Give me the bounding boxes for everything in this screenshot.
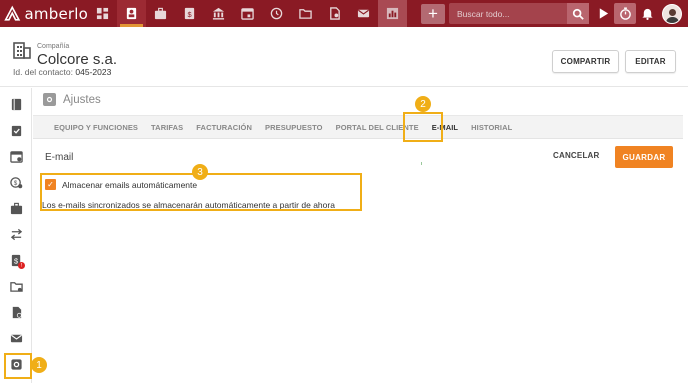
briefcase-icon (10, 202, 22, 214)
checklist-icon (11, 125, 21, 136)
section-title: E-mail (45, 152, 74, 163)
share-button[interactable]: COMPARTIR (552, 50, 619, 73)
sidebar-item-matters[interactable] (0, 197, 32, 219)
calendar-icon[interactable] (233, 0, 262, 27)
tab-presupuesto[interactable]: PRESUPUESTO (265, 115, 323, 139)
book-icon (11, 98, 21, 110)
contacts-icon[interactable] (117, 0, 146, 27)
amberlo-logo-icon (4, 5, 21, 21)
folder-icon (9, 281, 23, 292)
sidebar-item-invoices[interactable]: $! (0, 249, 32, 271)
contact-name: Colcore s.a. (37, 51, 118, 68)
add-new-button[interactable]: + (421, 3, 445, 24)
tab-historial[interactable]: HISTORIAL (471, 115, 512, 139)
top-right-actions (592, 0, 688, 27)
folder-icon[interactable] (291, 0, 320, 27)
contact-id-value: 045-2023 (75, 67, 112, 77)
callout-box-settings (4, 353, 32, 379)
contact-sidebar: $ $! (0, 88, 32, 383)
top-navigation-bar: amberlo $ + Buscar todo... (0, 0, 688, 27)
sidebar-item-calendar[interactable] (0, 145, 32, 167)
mail-icon (10, 334, 22, 342)
callout-number-2: 2 (415, 96, 431, 112)
reports-icon[interactable] (378, 0, 407, 27)
building-icon (13, 42, 31, 59)
money-time-icon: $ (9, 176, 22, 188)
tab-facturacion[interactable]: FACTURACIÓN (196, 115, 252, 139)
callout-number-1: 1 (31, 357, 47, 373)
panel-header: Ajustes (43, 93, 101, 106)
svg-text:$: $ (187, 10, 191, 19)
mail-icon[interactable] (349, 0, 378, 27)
swap-arrows-icon (10, 228, 22, 240)
tab-tarifas[interactable]: TARIFAS (151, 115, 183, 139)
gear-icon (43, 93, 56, 106)
callout-box-email-tab (403, 112, 443, 142)
document-icon[interactable] (320, 0, 349, 27)
callout-number-3: 3 (192, 164, 208, 180)
status-tick (421, 162, 422, 165)
edit-button[interactable]: EDITAR (625, 50, 676, 73)
contact-id: Id. del contacto: 045-2023 (13, 67, 111, 77)
save-button[interactable]: GUARDAR (615, 146, 673, 168)
contact-type-label: Compañía (37, 43, 70, 50)
svg-text:$: $ (13, 256, 17, 265)
cancel-button[interactable]: CANCELAR (553, 151, 600, 160)
sidebar-item-documents[interactable] (0, 301, 32, 323)
sidebar-item-emails[interactable] (0, 327, 32, 349)
sidebar-item-transfers[interactable] (0, 223, 32, 245)
invoice-icon[interactable]: $ (175, 0, 204, 27)
invoice-alert-badge: ! (18, 262, 25, 269)
panel-title: Ajustes (63, 93, 101, 106)
module-nav: $ (88, 0, 407, 27)
settings-panel: Ajustes EQUIPO Y FUNCIONES TARIFAS FACTU… (33, 88, 683, 383)
history-icon[interactable] (262, 0, 291, 27)
dashboard-icon[interactable] (88, 0, 117, 27)
app-name: amberlo (24, 4, 88, 23)
svg-text:$: $ (13, 180, 17, 186)
user-avatar[interactable] (662, 3, 682, 24)
sidebar-item-tasks[interactable] (0, 119, 32, 141)
briefcase-icon[interactable] (146, 0, 175, 27)
settings-tabs: EQUIPO Y FUNCIONES TARIFAS FACTURACIÓN P… (33, 115, 683, 139)
search-input[interactable]: Buscar todo... (449, 3, 569, 24)
search-icon[interactable] (567, 3, 589, 24)
bank-icon[interactable] (204, 0, 233, 27)
sidebar-item-time[interactable]: $ (0, 171, 32, 193)
sidebar-item-files[interactable] (0, 275, 32, 297)
document-icon (12, 306, 22, 318)
calendar-icon (9, 150, 23, 163)
contact-id-label: Id. del contacto: (13, 67, 74, 77)
tab-equipo-y-funciones[interactable]: EQUIPO Y FUNCIONES (54, 115, 138, 139)
stopwatch-icon[interactable] (614, 3, 636, 24)
bell-icon[interactable] (636, 0, 658, 27)
app-logo[interactable]: amberlo (0, 5, 88, 23)
play-icon[interactable] (592, 0, 614, 27)
sidebar-item-details[interactable] (0, 93, 32, 115)
